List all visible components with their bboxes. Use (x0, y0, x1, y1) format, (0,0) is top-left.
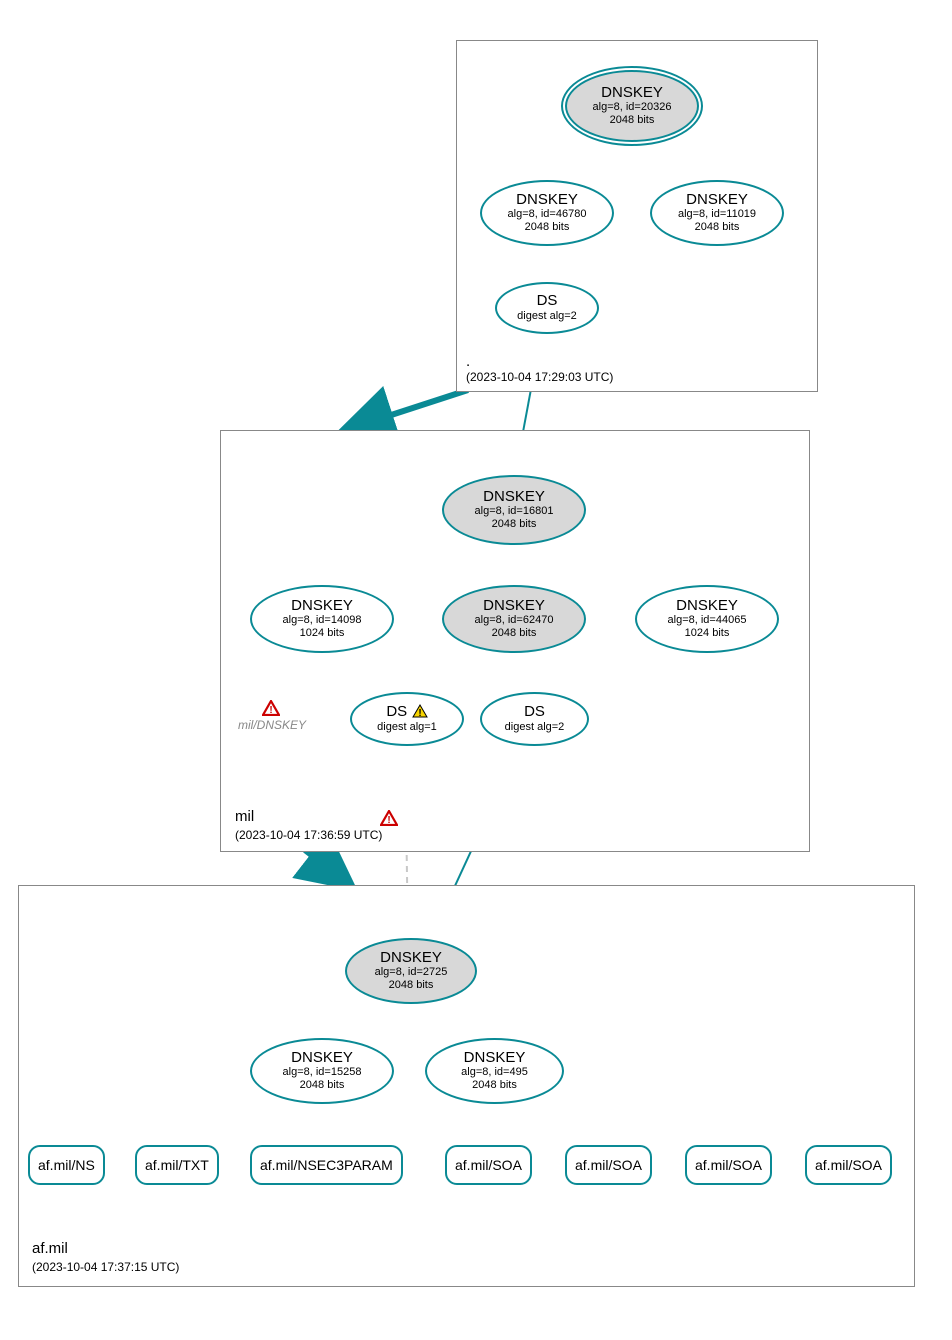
node-bits: 1024 bits (300, 627, 345, 640)
zone-mil-timestamp: (2023-10-04 17:36:59 UTC) (235, 828, 382, 842)
node-bits: 2048 bits (389, 979, 434, 992)
rrset-soa-3: af.mil/SOA (685, 1145, 772, 1185)
node-title: DNSKEY (601, 85, 663, 102)
rrset-soa-4: af.mil/SOA (805, 1145, 892, 1185)
node-alg: alg=8, id=2725 (375, 966, 448, 979)
node-root-ds: DS digest alg=2 (495, 282, 599, 334)
node-mil-ds2: DS digest alg=2 (480, 692, 589, 746)
node-bits: 2048 bits (472, 1079, 517, 1092)
zone-root-timestamp: (2023-10-04 17:29:03 UTC) (466, 370, 613, 384)
error-icon: ! (380, 810, 398, 826)
node-title: DNSKEY (291, 598, 353, 615)
node-title: DS (386, 703, 407, 720)
zone-afmil-name: af.mil (32, 1240, 68, 1257)
svg-text:!: ! (387, 815, 390, 826)
node-root-ksk: DNSKEY alg=8, id=20326 2048 bits (565, 70, 699, 142)
node-alg: alg=8, id=20326 (593, 101, 672, 114)
node-alg: alg=8, id=15258 (283, 1066, 362, 1079)
node-bits: 2048 bits (525, 221, 570, 234)
node-alg: digest alg=2 (505, 721, 565, 734)
node-root-zsk1: DNSKEY alg=8, id=46780 2048 bits (480, 180, 614, 246)
node-title: DS (524, 704, 545, 721)
error-label-mil-dnskey: mil/DNSKEY (238, 718, 306, 732)
node-alg: alg=8, id=44065 (668, 614, 747, 627)
rrset-nsec3param: af.mil/NSEC3PARAM (250, 1145, 403, 1185)
warning-icon: ! (412, 704, 428, 718)
svg-text:!: ! (418, 708, 421, 718)
node-title: DNSKEY (686, 192, 748, 209)
rrset-soa-1: af.mil/SOA (445, 1145, 532, 1185)
node-mil-k1: DNSKEY alg=8, id=14098 1024 bits (250, 585, 394, 653)
node-bits: 2048 bits (492, 627, 537, 640)
dnssec-diagram: . (2023-10-04 17:29:03 UTC) mil (2023-10… (10, 10, 940, 1330)
node-title: DNSKEY (464, 1050, 526, 1067)
node-bits: 2048 bits (300, 1079, 345, 1092)
node-alg: alg=8, id=11019 (678, 208, 756, 221)
node-mil-k2: DNSKEY alg=8, id=62470 2048 bits (442, 585, 586, 653)
node-bits: 2048 bits (610, 114, 655, 127)
zone-afmil-timestamp: (2023-10-04 17:37:15 UTC) (32, 1260, 179, 1274)
node-alg: alg=8, id=495 (461, 1066, 528, 1079)
node-title: DS (537, 293, 558, 310)
node-title: DNSKEY (380, 950, 442, 967)
node-title: DNSKEY (516, 192, 578, 209)
node-alg: digest alg=1 (377, 721, 437, 734)
node-af-k2: DNSKEY alg=8, id=495 2048 bits (425, 1038, 564, 1104)
node-af-k1: DNSKEY alg=8, id=15258 2048 bits (250, 1038, 394, 1104)
svg-text:!: ! (269, 705, 272, 716)
node-bits: 2048 bits (492, 518, 537, 531)
node-mil-ksk: DNSKEY alg=8, id=16801 2048 bits (442, 475, 586, 545)
node-alg: alg=8, id=46780 (508, 208, 587, 221)
node-alg: alg=8, id=16801 (475, 505, 554, 518)
node-bits: 1024 bits (685, 627, 730, 640)
rrset-txt: af.mil/TXT (135, 1145, 219, 1185)
zone-root-name: . (466, 353, 470, 370)
node-title: DNSKEY (291, 1050, 353, 1067)
error-icon: ! (262, 700, 280, 716)
node-title: DNSKEY (676, 598, 738, 615)
zone-mil-name: mil (235, 808, 254, 825)
node-mil-k3: DNSKEY alg=8, id=44065 1024 bits (635, 585, 779, 653)
rrset-soa-2: af.mil/SOA (565, 1145, 652, 1185)
rrset-ns: af.mil/NS (28, 1145, 105, 1185)
node-alg: alg=8, id=14098 (283, 614, 362, 627)
node-title: DNSKEY (483, 598, 545, 615)
node-mil-ds1: DS ! digest alg=1 (350, 692, 464, 746)
node-bits: 2048 bits (695, 221, 740, 234)
node-alg: alg=8, id=62470 (475, 614, 554, 627)
node-af-ksk: DNSKEY alg=8, id=2725 2048 bits (345, 938, 477, 1004)
node-alg: digest alg=2 (517, 310, 577, 323)
node-title: DNSKEY (483, 489, 545, 506)
node-root-zsk2: DNSKEY alg=8, id=11019 2048 bits (650, 180, 784, 246)
